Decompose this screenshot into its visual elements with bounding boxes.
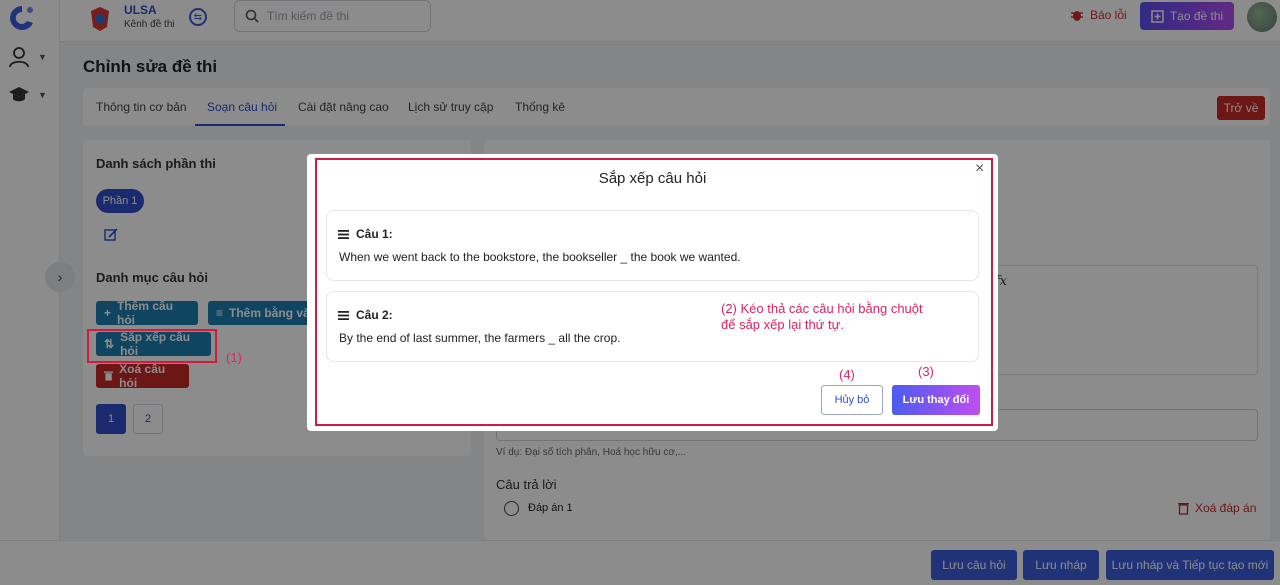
modal-title: Sắp xếp câu hỏi (598, 170, 707, 187)
annotation-4: (4) (839, 367, 855, 382)
sort-button-highlight (87, 329, 217, 363)
question-text: By the end of last summer, the farmers _… (339, 331, 621, 345)
question-head: Câu 1: (338, 227, 393, 241)
annotation-1: (1) (226, 350, 242, 365)
question-text: When we went back to the bookstore, the … (339, 250, 741, 264)
question-head: Câu 2: (338, 308, 393, 322)
annotation-2-line2: để sắp xếp lại thứ tự. (721, 317, 844, 332)
question-card-1[interactable]: Câu 1: When we went back to the bookstor… (326, 210, 979, 281)
sort-questions-modal: Sắp xếp câu hỏi × Câu 1: When we went ba… (307, 154, 998, 431)
cancel-button[interactable]: Hủy bỏ (821, 385, 883, 415)
annotation-3: (3) (918, 364, 934, 379)
close-icon[interactable]: × (975, 160, 984, 178)
drag-handle-icon[interactable] (338, 229, 349, 239)
save-changes-button[interactable]: Lưu thay đổi (892, 385, 980, 415)
annotation-2-line1: (2) Kéo thả các câu hỏi bằng chuột (721, 301, 923, 316)
question-number: Câu 1: (356, 227, 393, 241)
drag-handle-icon[interactable] (338, 310, 349, 320)
question-number: Câu 2: (356, 308, 393, 322)
